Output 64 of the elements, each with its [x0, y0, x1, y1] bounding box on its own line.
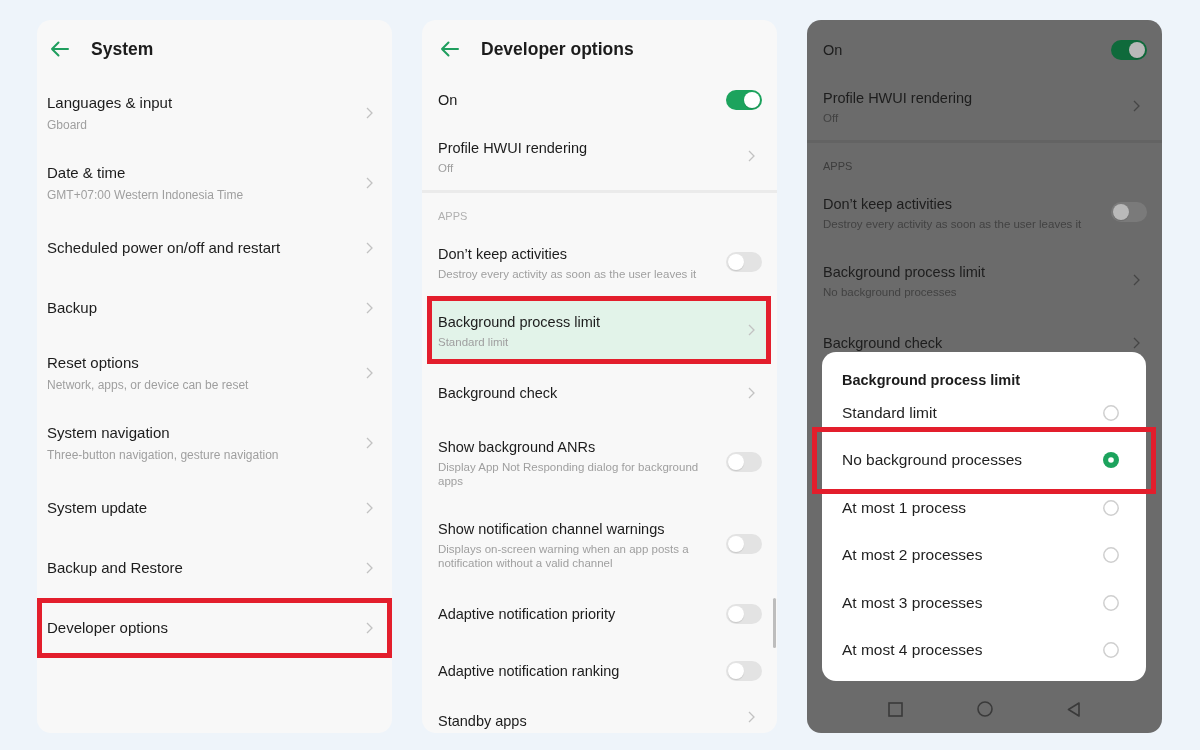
- settings-item[interactable]: Profile HWUI rendering Off: [427, 122, 771, 190]
- radio-button[interactable]: [1103, 404, 1119, 421]
- settings-item[interactable]: Standby apps: [427, 699, 771, 731]
- radio-button[interactable]: [1103, 499, 1119, 516]
- chevron-icon: [366, 177, 373, 189]
- chevron-icon: [366, 367, 373, 379]
- chevron-icon: [366, 107, 373, 119]
- settings-item[interactable]: Date & time GMT+07:00 Western Indonesia Time: [37, 148, 392, 218]
- screen-title: System: [91, 38, 154, 60]
- radio-option[interactable]: At most 3 processes: [822, 589, 1146, 617]
- chevron-icon: [366, 437, 373, 449]
- settings-item[interactable]: Languages & input Gboard: [37, 78, 392, 148]
- radio-option[interactable]: Standard limit: [822, 399, 1146, 427]
- chevron-icon: [1133, 274, 1140, 286]
- home-icon[interactable]: [976, 701, 993, 717]
- toggle-switch[interactable]: [726, 452, 762, 472]
- chevron-icon: [748, 150, 755, 162]
- settings-item[interactable]: On: [422, 78, 777, 122]
- chevron-icon: [1133, 336, 1140, 349]
- settings-item[interactable]: Backup and Restore: [37, 538, 392, 598]
- radio-button[interactable]: [1103, 594, 1119, 611]
- dialog-title: Background process limit: [841, 371, 1022, 389]
- chevron-icon: [366, 502, 373, 514]
- toggle-switch[interactable]: [726, 252, 762, 272]
- toggle-switch[interactable]: [726, 534, 762, 554]
- settings-item[interactable]: Show notification channel warnings Displays on-screen warning when an app posts a notification without a valid channel: [427, 503, 771, 585]
- settings-item[interactable]: System navigation Three-button navigation, gesture navigation: [37, 408, 392, 478]
- chevron-icon: [748, 324, 755, 336]
- settings-item[interactable]: System update: [37, 478, 392, 538]
- toggle-switch[interactable]: [726, 603, 762, 624]
- recent-apps-icon[interactable]: [888, 701, 903, 717]
- toggle-switch[interactable]: [726, 90, 762, 110]
- chevron-icon: [366, 562, 373, 574]
- settings-item[interactable]: Background process limit Standard limit: [427, 296, 771, 364]
- chevron-icon: [366, 242, 373, 254]
- back-arrow-icon[interactable]: [440, 41, 459, 57]
- toggle-switch[interactable]: [1111, 40, 1147, 60]
- settings-item[interactable]: Backup: [37, 278, 392, 338]
- settings-item[interactable]: Reset options Network, apps, or device can be reset: [37, 338, 392, 408]
- back-icon[interactable]: [1067, 701, 1080, 717]
- chevron-icon: [1133, 100, 1140, 112]
- chevron-icon: [748, 386, 755, 399]
- settings-item[interactable]: Show background ANRs Display App Not Responding dialog for background apps: [427, 421, 771, 503]
- settings-item[interactable]: Don’t keep activities Destroy every activity as soon as the user leaves it: [427, 228, 771, 296]
- section-heading: APPS: [437, 209, 469, 224]
- back-arrow-icon[interactable]: [50, 41, 69, 57]
- settings-item[interactable]: Adaptive notification ranking: [427, 642, 771, 699]
- settings-item[interactable]: Background check: [427, 364, 771, 421]
- radio-option[interactable]: At most 4 processes: [822, 636, 1146, 664]
- settings-item[interactable]: Scheduled power on/off and restart: [37, 218, 392, 278]
- radio-option[interactable]: At most 1 process: [822, 494, 1146, 522]
- screen-title: Developer options: [481, 38, 634, 60]
- radio-option[interactable]: At most 2 processes: [822, 541, 1146, 569]
- settings-item[interactable]: Developer options: [37, 598, 392, 658]
- radio-button[interactable]: [1103, 642, 1119, 659]
- radio-option[interactable]: No background processes: [812, 426, 1156, 494]
- chevron-icon: [748, 711, 755, 723]
- toggle-switch[interactable]: [1111, 202, 1147, 222]
- radio-button[interactable]: [1103, 547, 1119, 564]
- chevron-icon: [366, 622, 373, 634]
- settings-item[interactable]: Adaptive notification priority: [427, 585, 771, 642]
- toggle-switch[interactable]: [726, 660, 762, 681]
- chevron-icon: [366, 302, 373, 314]
- radio-button[interactable]: [1103, 452, 1119, 469]
